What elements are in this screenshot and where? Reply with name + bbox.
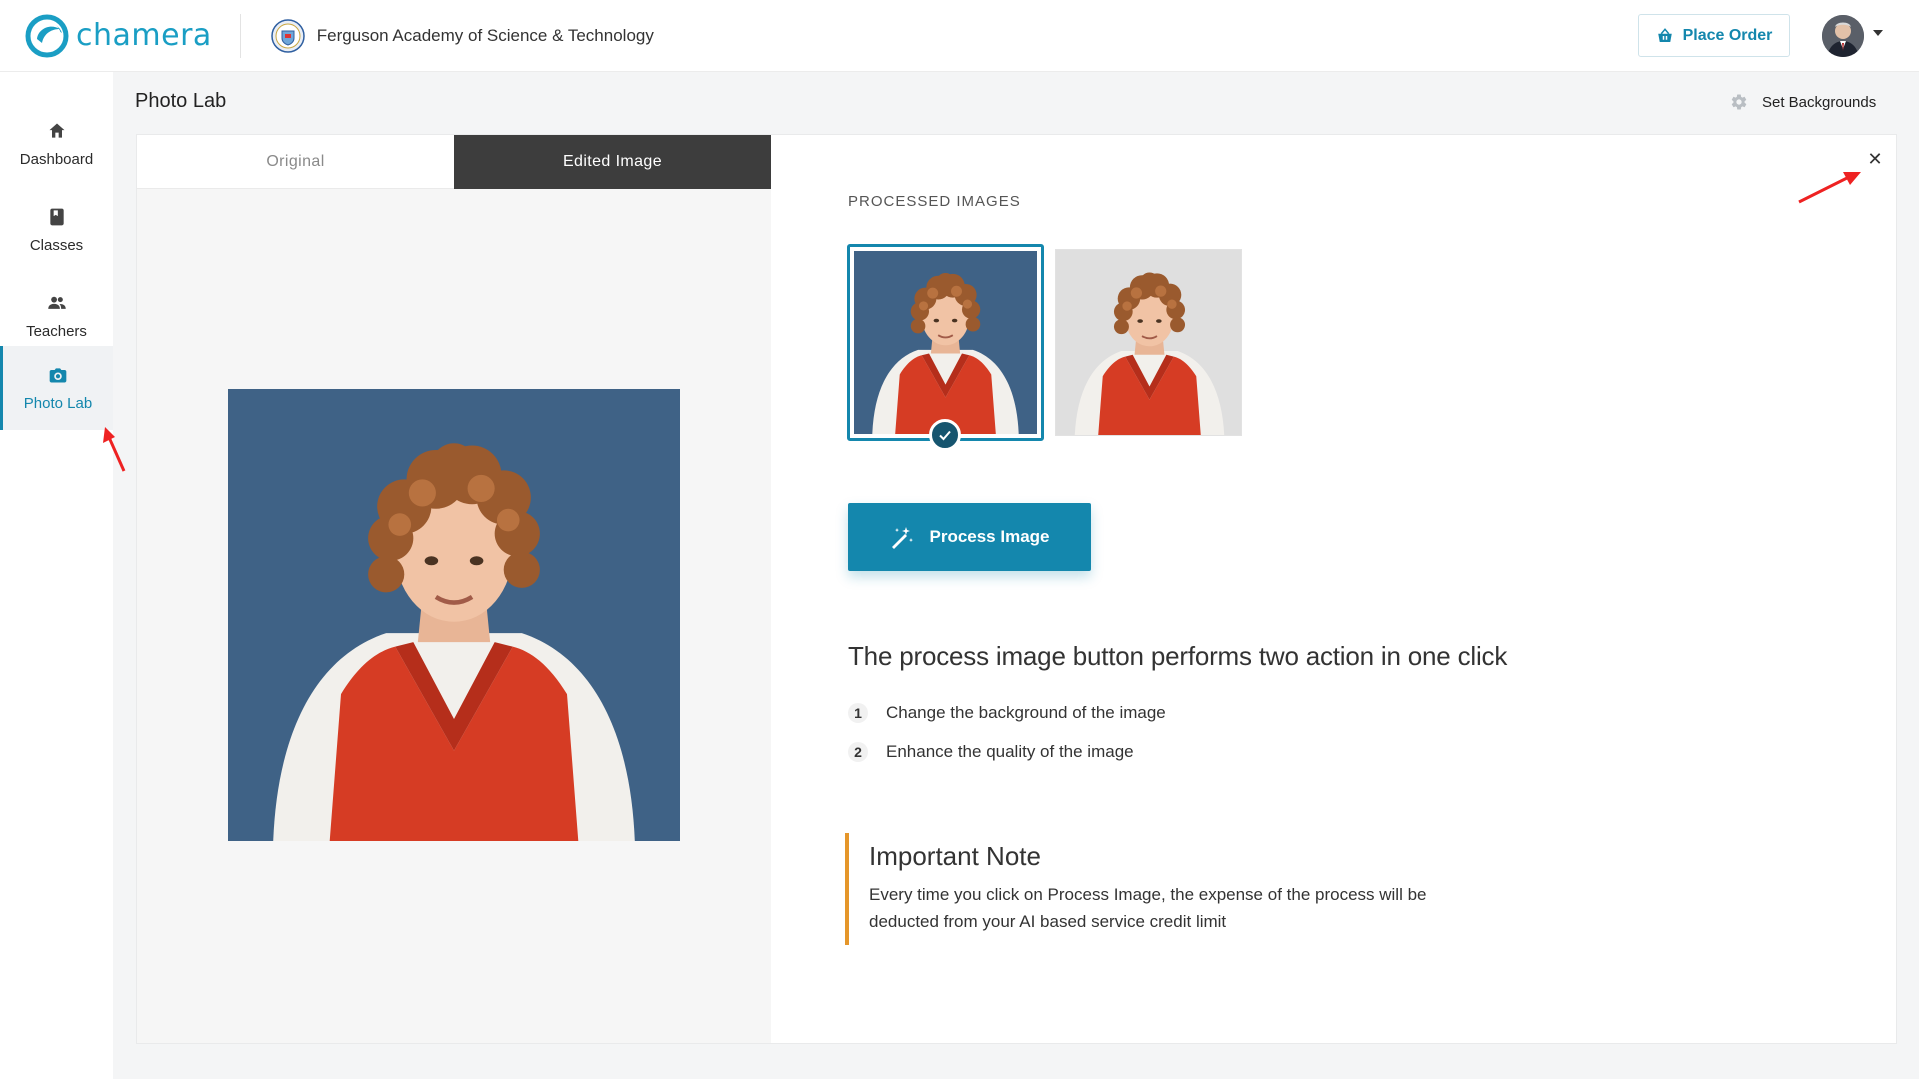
image-preview-pane: Original Edited Image	[137, 135, 771, 1043]
process-image-label: Process Image	[929, 527, 1050, 546]
process-description-heading: The process image button performs two ac…	[848, 641, 1508, 671]
close-button[interactable]: ✕	[1857, 141, 1893, 177]
set-backgrounds-button[interactable]: Set Backgrounds	[1730, 93, 1876, 111]
gear-icon	[1731, 94, 1747, 110]
tab-original[interactable]: Original	[137, 135, 454, 189]
book-icon	[49, 208, 64, 225]
important-note-title: Important Note	[869, 841, 1041, 871]
page-title: Photo Lab	[135, 90, 227, 112]
avatar[interactable]	[1822, 15, 1864, 57]
header-divider	[239, 13, 241, 58]
important-note-text: Every time you click on Process Image, t…	[869, 885, 1427, 931]
note-accent-bar	[845, 833, 849, 945]
magic-wand-icon	[892, 527, 914, 549]
list-item: 1 Change the background of the image	[848, 703, 1166, 723]
student-photo	[228, 389, 680, 841]
chamera-logo-icon	[25, 14, 69, 57]
user-photo-icon	[1822, 15, 1864, 57]
step-text: Change the background of the image	[886, 703, 1166, 722]
sidebar-item-dashboard[interactable]: Dashboard	[0, 102, 113, 186]
home-icon	[49, 123, 64, 138]
place-order-label: Place Order	[1682, 26, 1773, 44]
camera-icon	[49, 367, 67, 382]
school-name: Ferguson Academy of Science & Technology	[316, 25, 654, 45]
image-tabs: Original Edited Image	[137, 135, 771, 189]
place-order-button[interactable]: Place Order	[1638, 14, 1790, 57]
brand-name: chamera	[76, 18, 212, 53]
processed-images-label: PROCESSED IMAGES	[848, 193, 1021, 210]
brand[interactable]: chamera	[24, 0, 212, 71]
thumbnail-photo	[871, 272, 1020, 434]
set-backgrounds-label: Set Backgrounds	[1762, 93, 1877, 111]
process-image-button[interactable]: Process Image	[848, 503, 1091, 571]
edited-image-preview	[228, 389, 680, 841]
school-selector[interactable]: Ferguson Academy of Science & Technology	[271, 18, 654, 53]
list-item: 2 Enhance the quality of the image	[848, 742, 1134, 762]
photo-lab-card: Original Edited Image PROCESSED IMAGES P…	[136, 134, 1897, 1044]
sidebar-item-label: Teachers	[26, 322, 87, 340]
processing-pane: PROCESSED IMAGES Process Image The proce…	[771, 135, 1896, 1043]
step-number: 1	[848, 703, 868, 723]
basket-icon	[1657, 27, 1672, 42]
tab-edited-image[interactable]: Edited Image	[454, 135, 771, 189]
sidebar-item-label: Dashboard	[19, 150, 94, 168]
school-crest-icon	[271, 18, 305, 53]
sidebar-item-label: Photo Lab	[23, 394, 93, 412]
selected-check-icon	[929, 419, 961, 451]
step-text: Enhance the quality of the image	[886, 742, 1134, 761]
processed-thumbnail-gray[interactable]	[1055, 249, 1242, 436]
thumbnail-photo	[1073, 271, 1226, 435]
sidebar-item-photo-lab[interactable]: Photo Lab	[0, 346, 113, 430]
people-icon	[47, 296, 66, 309]
sidebar: Dashboard Classes Teachers Photo Lab	[0, 72, 113, 1079]
processed-thumbnail-blue[interactable]	[847, 244, 1044, 441]
top-header: chamera Ferguson Academy of Science & Te…	[0, 0, 1919, 72]
sidebar-item-label: Classes	[29, 236, 84, 254]
step-number: 2	[848, 742, 868, 762]
sidebar-item-classes[interactable]: Classes	[0, 188, 113, 272]
chevron-down-icon[interactable]	[1873, 30, 1883, 36]
